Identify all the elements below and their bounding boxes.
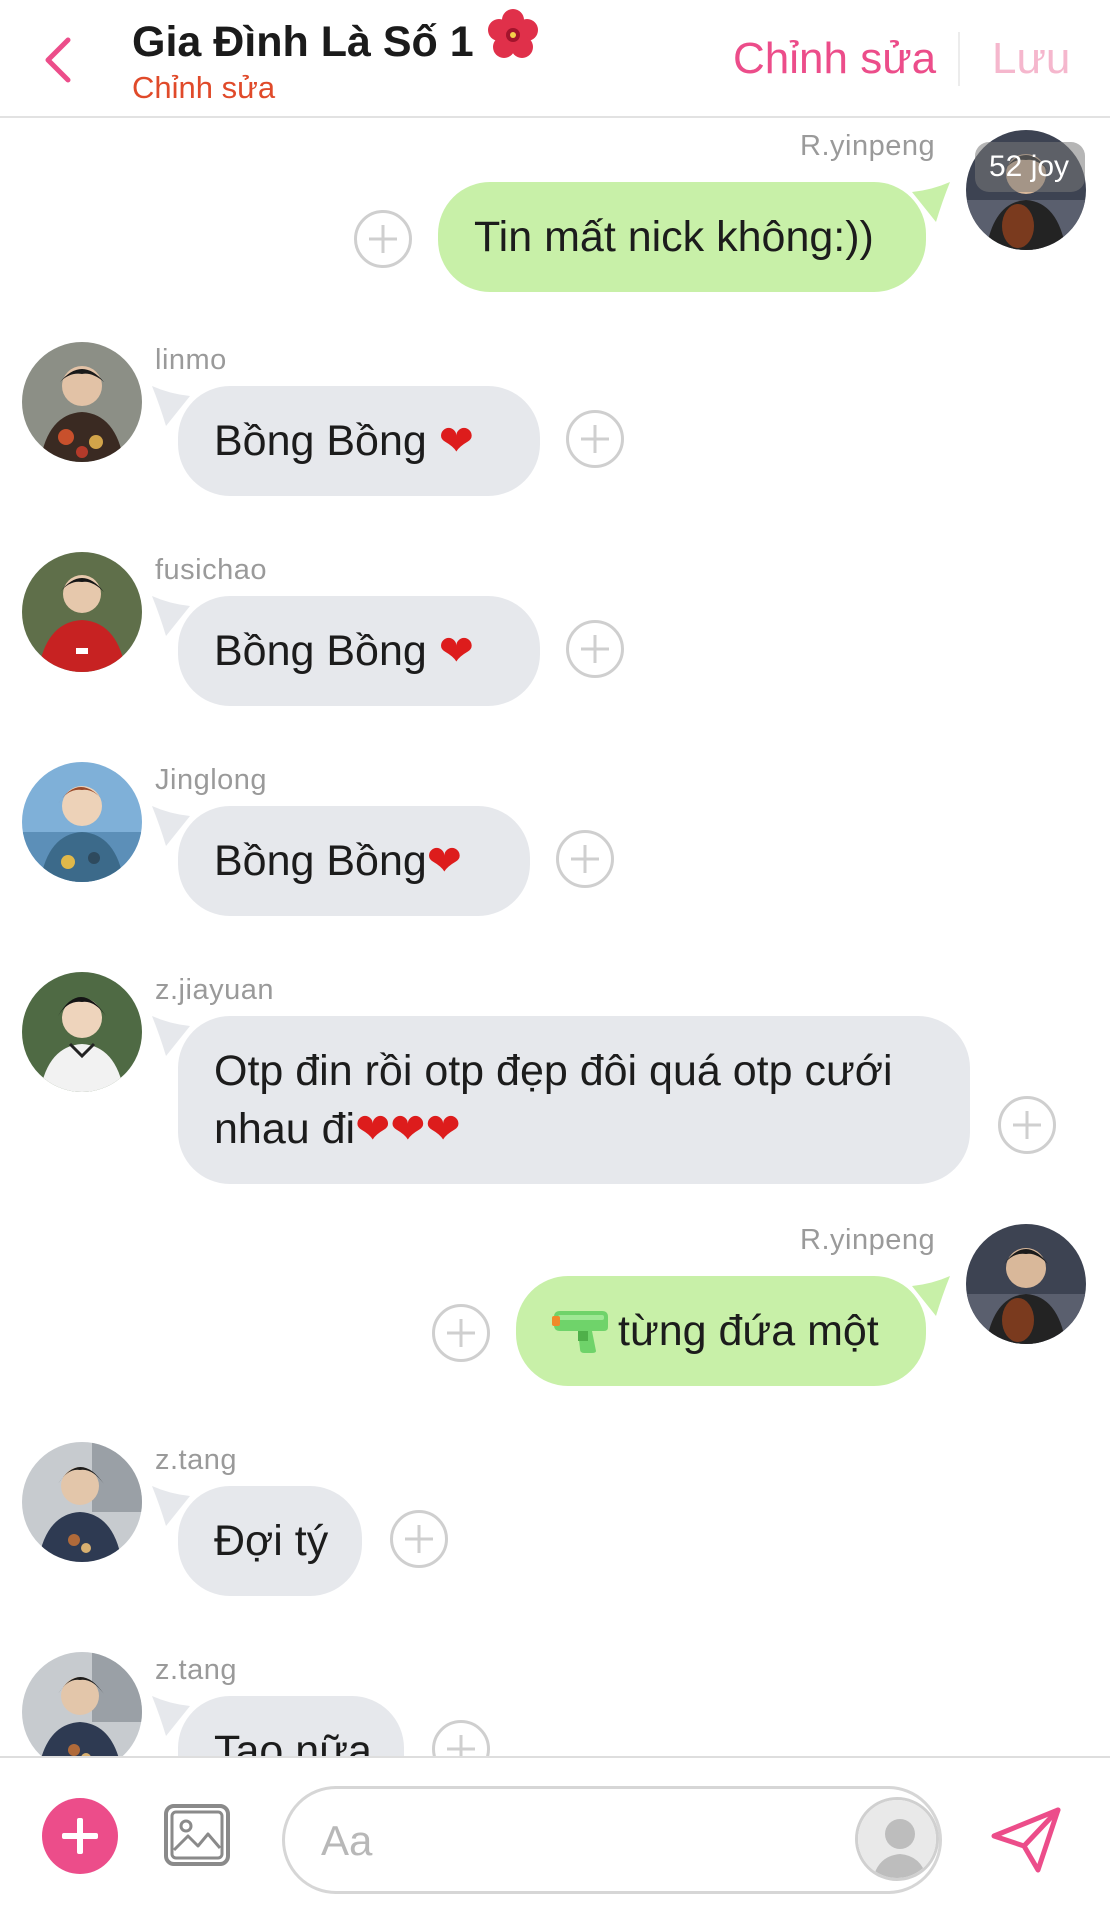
send-icon[interactable] xyxy=(988,1802,1064,1878)
avatar[interactable] xyxy=(22,972,142,1092)
sender-name: Jinglong xyxy=(155,764,268,796)
group-name: Gia Đình Là Số 1 xyxy=(132,18,474,66)
bubble-tail xyxy=(912,1276,950,1316)
add-reaction-button[interactable] xyxy=(566,620,624,678)
sender-name: R.yinpeng xyxy=(800,1224,936,1256)
header-divider xyxy=(958,32,960,86)
avatar[interactable] xyxy=(22,762,142,882)
heart-emoji: ❤❤❤ xyxy=(355,1104,461,1153)
sender-name: linmo xyxy=(155,344,227,376)
add-reaction-button[interactable] xyxy=(432,1304,490,1362)
add-reaction-button[interactable] xyxy=(998,1096,1056,1154)
edit-button[interactable]: Chỉnh sửa xyxy=(733,34,936,84)
message-text-line: Otp đin rồi otp đẹp đôi quá otp cưới xyxy=(214,1047,893,1095)
message-bubble[interactable]: Bồng Bồng ❤ xyxy=(178,386,540,496)
add-attachment-button[interactable] xyxy=(42,1798,118,1874)
message-input[interactable] xyxy=(321,1809,781,1873)
page-title: Gia Đình Là Số 1 xyxy=(132,8,540,67)
message-text: Tao nữa xyxy=(214,1727,372,1756)
message-text-line: nhau đi xyxy=(214,1105,356,1153)
avatar[interactable] xyxy=(966,1224,1086,1344)
heart-emoji: ❤ xyxy=(438,626,474,675)
water-pistol-icon xyxy=(552,1311,608,1353)
message-bubble[interactable]: Tin mất nick không:)) xyxy=(438,182,926,292)
sender-name: R.yinpeng xyxy=(800,130,936,162)
hibiscus-flower-icon xyxy=(487,9,538,58)
add-reaction-button[interactable] xyxy=(354,210,412,268)
add-reaction-button[interactable] xyxy=(390,1510,448,1568)
reaction-badge: 52 joy xyxy=(975,142,1085,192)
message-text: Đợi tý xyxy=(214,1517,329,1565)
message-bubble[interactable]: Đợi tý xyxy=(178,1486,362,1596)
chat-screen: Gia Đình Là Số 1 Chỉnh sửa Chỉnh sửa Lưu… xyxy=(0,0,1110,1920)
sender-name: z.jiayuan xyxy=(155,974,274,1006)
add-reaction-button[interactable] xyxy=(432,1720,490,1756)
header-bar: Gia Đình Là Số 1 Chỉnh sửa Chỉnh sửa Lưu xyxy=(0,0,1110,118)
user-avatar-icon[interactable] xyxy=(855,1797,939,1881)
sender-name: z.tang xyxy=(155,1654,237,1686)
message-bubble[interactable]: Otp đin rồi otp đẹp đôi quá otp cưới nha… xyxy=(178,1016,970,1184)
heart-emoji: ❤ xyxy=(438,416,474,465)
save-button[interactable]: Lưu xyxy=(992,34,1070,84)
message-list[interactable]: R.yinpeng Tin mất nick không:)) 52 joy l… xyxy=(0,120,1110,1756)
message-bubble[interactable]: Bồng Bồng❤ xyxy=(178,806,530,916)
composer-bar xyxy=(0,1756,1110,1920)
message-bubble[interactable]: Tao nữa xyxy=(178,1696,404,1756)
message-text: Bồng Bồng xyxy=(214,837,427,885)
add-reaction-button[interactable] xyxy=(566,410,624,468)
header-subtitle[interactable]: Chỉnh sửa xyxy=(132,70,275,106)
message-input-box[interactable] xyxy=(282,1786,942,1894)
bubble-tail xyxy=(912,182,950,222)
sender-name: z.tang xyxy=(155,1444,237,1476)
message-text: từng đứa một xyxy=(618,1307,879,1355)
add-reaction-button[interactable] xyxy=(556,830,614,888)
heart-emoji: ❤ xyxy=(426,836,462,885)
avatar[interactable] xyxy=(22,342,142,462)
message-text: Bồng Bồng xyxy=(214,417,439,465)
avatar[interactable] xyxy=(22,1442,142,1562)
avatar[interactable] xyxy=(22,1652,142,1756)
avatar[interactable] xyxy=(22,552,142,672)
back-chevron-icon[interactable] xyxy=(38,30,82,90)
message-bubble[interactable]: Bồng Bồng ❤ xyxy=(178,596,540,706)
message-text: Tin mất nick không:)) xyxy=(474,213,874,261)
message-text: Bồng Bồng xyxy=(214,627,439,675)
message-bubble[interactable]: từng đứa một xyxy=(516,1276,926,1386)
sender-name: fusichao xyxy=(155,554,268,586)
image-icon[interactable] xyxy=(162,1800,232,1870)
